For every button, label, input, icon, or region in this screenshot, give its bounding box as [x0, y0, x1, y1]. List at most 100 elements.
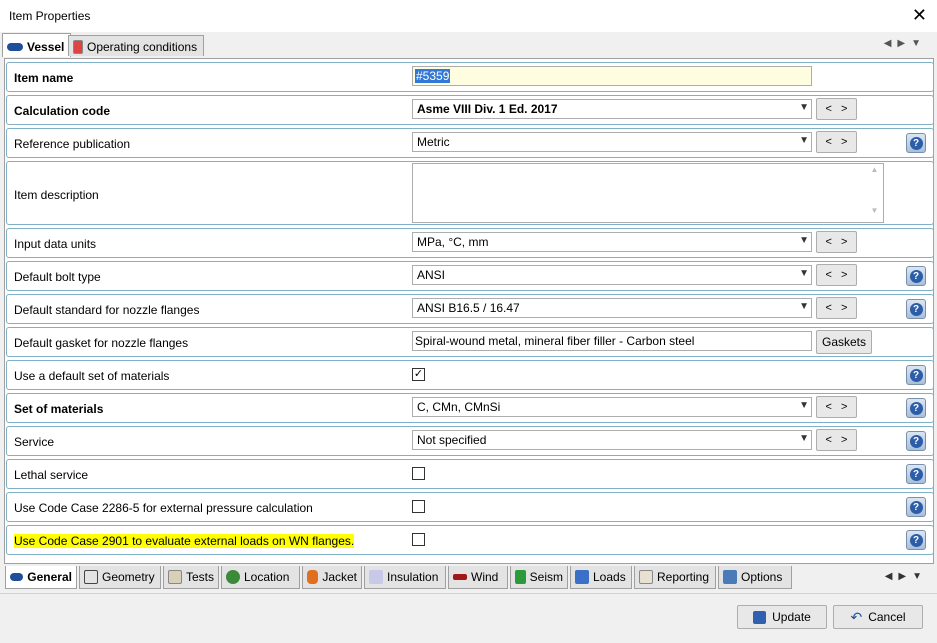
tab-seism[interactable]: Seism — [510, 566, 568, 589]
tab-wind-label: Wind — [471, 570, 499, 584]
set-of-materials-label: Set of materials — [14, 402, 104, 416]
next-icon[interactable]: > — [841, 269, 847, 281]
default-bolt-type-stepper[interactable]: < > — [816, 264, 857, 286]
help-button[interactable]: ? — [906, 464, 926, 484]
prev-icon[interactable]: < — [826, 434, 832, 446]
tab-general[interactable]: General — [5, 566, 77, 589]
cube-icon — [84, 570, 98, 584]
gaskets-button[interactable]: Gaskets — [816, 330, 872, 354]
tab-location-label: Location — [244, 570, 290, 584]
tab-loads[interactable]: Loads — [570, 566, 632, 589]
chevron-down-icon: ▼ — [799, 400, 809, 411]
lethal-service-checkbox[interactable] — [412, 467, 425, 480]
default-bolt-type-select[interactable]: ANSI ▼ — [412, 265, 812, 285]
close-icon[interactable]: ✕ — [912, 5, 927, 25]
calculation-code-select[interactable]: Asme VIII Div. 1 Ed. 2017 ▼ — [412, 99, 812, 119]
scrollbar[interactable]: ▲ ▼ — [867, 165, 882, 221]
help-button[interactable]: ? — [906, 299, 926, 319]
service-select[interactable]: Not specified ▼ — [412, 430, 812, 450]
vessel-icon — [10, 573, 24, 581]
tab-options[interactable]: Options — [718, 566, 792, 589]
cancel-button-label: Cancel — [868, 610, 906, 624]
clipboard-icon — [168, 570, 182, 584]
service-value: Not specified — [417, 433, 487, 447]
item-name-input[interactable]: #5359 — [412, 66, 812, 86]
item-description-label: Item description — [14, 188, 99, 202]
set-of-materials-value: C, CMn, CMnSi — [417, 400, 501, 414]
bottom-tab-scroll-controls[interactable]: ◀▶▼ — [885, 571, 928, 582]
default-bolt-type-value: ANSI — [417, 268, 446, 282]
cancel-button[interactable]: ↶ Cancel — [833, 605, 923, 629]
row-nozzle-flange-gasket: Default gasket for nozzle flanges Spiral… — [6, 327, 934, 357]
report-icon — [639, 570, 653, 584]
reference-publication-select[interactable]: Metric ▼ — [412, 132, 812, 152]
tab-scroll-controls[interactable]: ◀▶▼ — [884, 38, 927, 49]
default-materials-checkbox[interactable]: ✓ — [412, 368, 425, 381]
tab-insulation[interactable]: Insulation — [364, 566, 446, 589]
nozzle-flange-gasket-input[interactable]: Spiral-wound metal, mineral fiber filler… — [412, 331, 812, 351]
prev-icon[interactable]: < — [826, 302, 832, 314]
tab-vessel[interactable]: Vessel — [2, 33, 72, 57]
set-of-materials-stepper[interactable]: < > — [816, 396, 857, 418]
prev-icon[interactable]: < — [826, 236, 832, 248]
nozzle-flange-standard-select[interactable]: ANSI B16.5 / 16.47 ▼ — [412, 298, 812, 318]
top-tab-strip: Vessel Operating conditions ◀▶▼ — [0, 32, 937, 57]
down-arrow-icon — [575, 570, 589, 584]
tab-geometry[interactable]: Geometry — [79, 566, 161, 589]
set-of-materials-select[interactable]: C, CMn, CMnSi ▼ — [412, 397, 812, 417]
tab-jacket-label: Jacket — [322, 570, 357, 584]
code-case-2901-label: Use Code Case 2901 to evaluate external … — [14, 534, 355, 548]
help-button[interactable]: ? — [906, 266, 926, 286]
help-button[interactable]: ? — [906, 133, 926, 153]
code-case-2286-label: Use Code Case 2286-5 for external pressu… — [14, 501, 313, 515]
help-button[interactable]: ? — [906, 497, 926, 517]
tab-tests[interactable]: Tests — [163, 566, 219, 589]
update-button[interactable]: Update — [737, 605, 827, 629]
tab-loads-label: Loads — [593, 570, 626, 584]
prev-icon[interactable]: < — [826, 401, 832, 413]
reference-publication-stepper[interactable]: < > — [816, 131, 857, 153]
tab-tests-label: Tests — [185, 570, 214, 584]
row-set-of-materials: Set of materials C, CMn, CMnSi ▼ < > ? — [6, 393, 934, 423]
vessel-icon — [7, 42, 23, 51]
input-data-units-stepper[interactable]: < > — [816, 231, 857, 253]
chevron-down-icon: ▼ — [799, 235, 809, 246]
prev-icon[interactable]: < — [826, 269, 832, 281]
reference-publication-label: Reference publication — [14, 137, 131, 151]
input-data-units-value: MPa, °C, mm — [417, 235, 489, 249]
next-icon[interactable]: > — [841, 236, 847, 248]
code-case-2901-checkbox[interactable] — [412, 533, 425, 546]
code-case-2286-checkbox[interactable] — [412, 500, 425, 513]
tab-reporting[interactable]: Reporting — [634, 566, 716, 589]
tab-jacket[interactable]: Jacket — [302, 566, 362, 589]
next-icon[interactable]: > — [841, 434, 847, 446]
next-icon[interactable]: > — [841, 401, 847, 413]
help-button[interactable]: ? — [906, 398, 926, 418]
row-lethal-service: Lethal service ? — [6, 459, 934, 489]
calculation-code-stepper[interactable]: < > — [816, 98, 857, 120]
help-icon: ? — [909, 269, 923, 283]
service-stepper[interactable]: < > — [816, 429, 857, 451]
tab-wind[interactable]: Wind — [448, 566, 508, 589]
help-button[interactable]: ? — [906, 431, 926, 451]
help-button[interactable]: ? — [906, 530, 926, 550]
row-code-case-2286: Use Code Case 2286-5 for external pressu… — [6, 492, 934, 522]
next-icon[interactable]: > — [841, 103, 847, 115]
update-button-label: Update — [772, 610, 811, 624]
tab-operating-conditions[interactable]: Operating conditions — [68, 35, 205, 56]
item-description-textarea[interactable]: ▲ ▼ — [412, 163, 884, 223]
chevron-down-icon: ▼ — [799, 433, 809, 444]
nozzle-flange-standard-stepper[interactable]: < > — [816, 297, 857, 319]
help-icon: ? — [909, 467, 923, 481]
prev-icon[interactable]: < — [826, 103, 832, 115]
row-item-description: Item description ▲ ▼ — [6, 161, 934, 225]
prev-icon[interactable]: < — [826, 136, 832, 148]
row-default-bolt-type: Default bolt type ANSI ▼ < > ? — [6, 261, 934, 291]
help-icon: ? — [909, 136, 923, 150]
tab-location[interactable]: Location — [221, 566, 300, 589]
tab-insulation-label: Insulation — [387, 570, 439, 584]
help-button[interactable]: ? — [906, 365, 926, 385]
next-icon[interactable]: > — [841, 136, 847, 148]
next-icon[interactable]: > — [841, 302, 847, 314]
input-data-units-select[interactable]: MPa, °C, mm ▼ — [412, 232, 812, 252]
